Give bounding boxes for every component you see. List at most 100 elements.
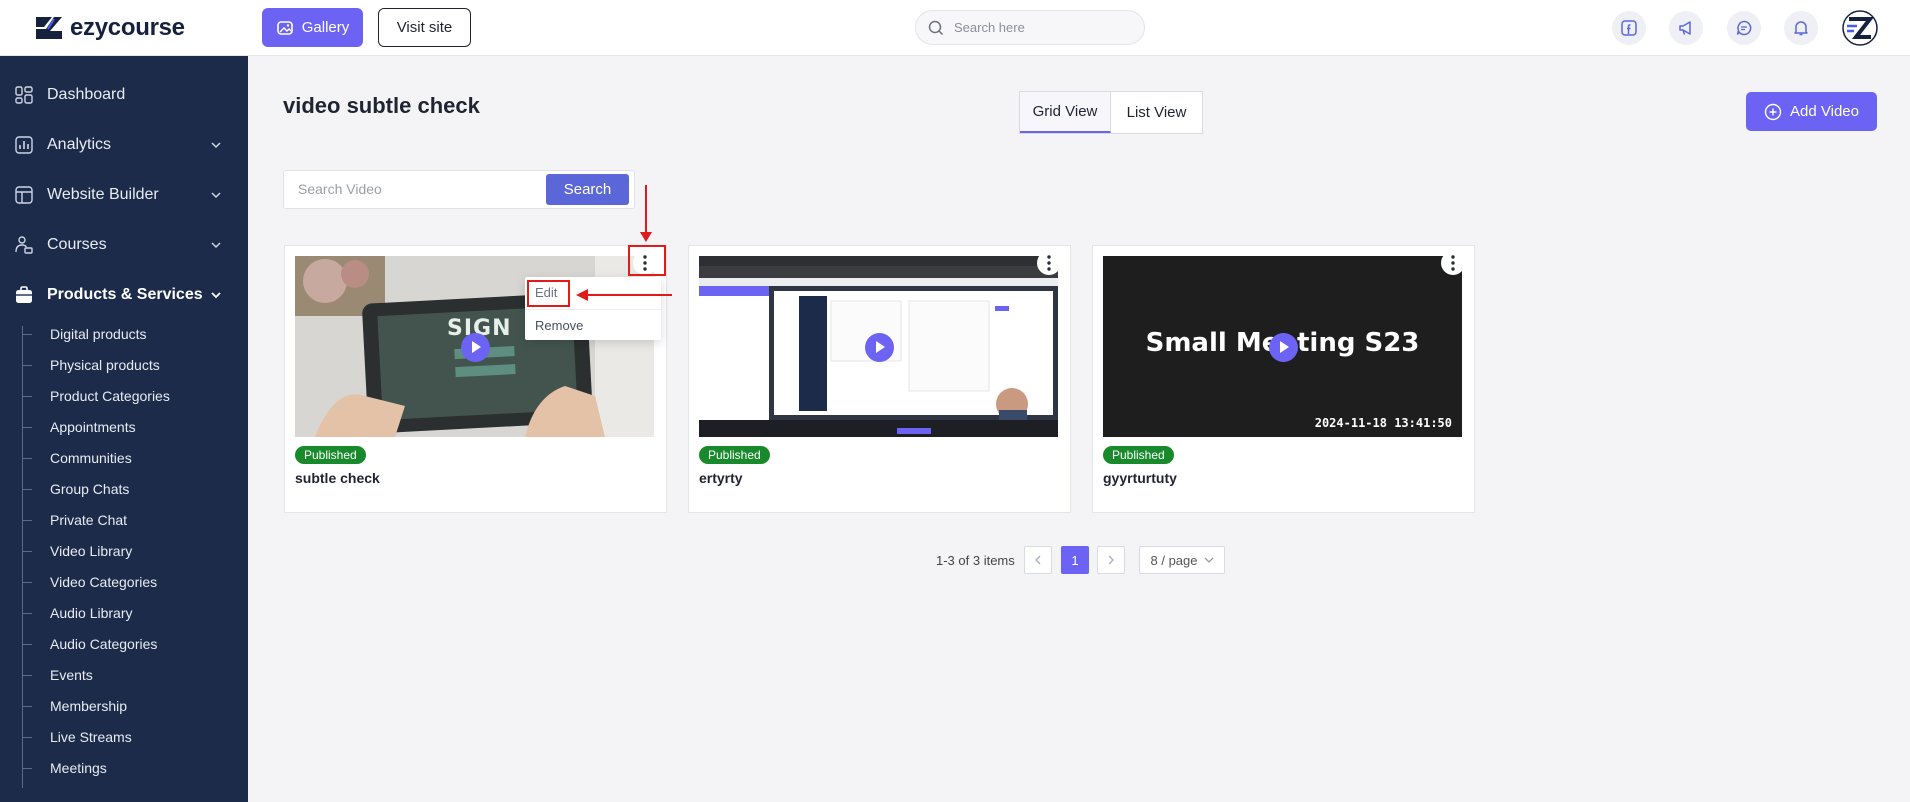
sidebar-subitem-audio-categories[interactable]: Audio Categories	[22, 630, 248, 658]
announcement-button[interactable]	[1669, 11, 1703, 45]
sidebar-item-label: Products & Services	[47, 286, 203, 303]
sidebar-item-label: Dashboard	[47, 86, 126, 103]
play-button[interactable]	[460, 332, 490, 362]
sidebar-subitem-label: Meetings	[50, 760, 107, 776]
search-button[interactable]: Search	[546, 174, 629, 205]
sidebar-item-label: Courses	[47, 236, 107, 253]
brand-name: ezycourse	[70, 14, 185, 41]
add-video-label: Add Video	[1790, 103, 1859, 120]
sidebar-subitem-digital-products[interactable]: Digital products	[22, 320, 248, 348]
top-search[interactable]	[915, 10, 1145, 45]
status-badge: Published	[1103, 446, 1174, 464]
plus-circle-icon	[1764, 103, 1782, 120]
facebook-icon	[1621, 20, 1637, 36]
chevron-left-icon	[1035, 555, 1041, 565]
gallery-button[interactable]: Gallery	[262, 8, 363, 47]
analytics-icon	[15, 136, 33, 154]
sidebar-subitem-label: Audio Library	[50, 605, 133, 621]
messages-button[interactable]	[1727, 11, 1761, 45]
sidebar-subitem-communities[interactable]: Communities	[22, 444, 248, 472]
sidebar-subitem-label: Video Categories	[50, 574, 158, 590]
avatar-logo-icon	[1842, 10, 1878, 46]
sidebar-subitem-video-categories[interactable]: Video Categories	[22, 568, 248, 596]
sidebar-subitem-label: Membership	[50, 698, 128, 714]
courses-icon	[15, 236, 33, 254]
page-title: video subtle check	[283, 93, 480, 118]
notifications-button[interactable]	[1784, 11, 1818, 45]
annotation-box-edit	[527, 280, 570, 307]
more-vertical-icon	[1047, 255, 1051, 271]
play-button[interactable]	[1268, 332, 1298, 362]
bell-icon	[1794, 21, 1808, 36]
next-page-button[interactable]	[1097, 546, 1125, 574]
top-bar: ezycourse Gallery Visit site	[0, 0, 1910, 56]
sidebar-subitem-label: Appointments	[50, 419, 136, 435]
video-title: gyyrturtuty	[1103, 470, 1177, 486]
dashboard-icon	[15, 86, 33, 104]
video-title: ertyrty	[699, 470, 743, 486]
sidebar-subitem-events[interactable]: Events	[22, 661, 248, 689]
sidebar-item-analytics[interactable]: Analytics	[0, 125, 248, 165]
video-thumbnail[interactable]: Small Meeting S23 2024-11-18 13:41:50	[1103, 256, 1462, 437]
chat-icon	[1736, 20, 1752, 36]
video-thumbnail[interactable]	[699, 256, 1058, 437]
sidebar-subitem-audio-library[interactable]: Audio Library	[22, 599, 248, 627]
sidebar-item-label: Analytics	[47, 136, 112, 153]
tab-grid-view[interactable]: Grid View	[1020, 92, 1111, 133]
sidebar-subitem-label: Product Categories	[50, 388, 170, 404]
sidebar-subitem-label: Audio Categories	[50, 636, 158, 652]
tab-list-view[interactable]: List View	[1111, 92, 1202, 133]
logo[interactable]: ezycourse	[34, 13, 185, 43]
menu-item-remove[interactable]: Remove	[525, 309, 661, 340]
sidebar-item-courses[interactable]: Courses	[0, 225, 248, 265]
search-icon	[928, 20, 944, 35]
sidebar-subitem-product-categories[interactable]: Product Categories	[22, 382, 248, 410]
top-search-input[interactable]	[954, 20, 1124, 35]
view-toggle: Grid View List View	[1019, 91, 1203, 134]
sidebar-item-products-services[interactable]: Products & Services	[0, 275, 248, 315]
status-badge: Published	[699, 446, 770, 464]
sidebar-subitem-appointments[interactable]: Appointments	[22, 413, 248, 441]
chevron-down-icon	[211, 292, 221, 299]
sidebar-subitem-label: Video Library	[50, 543, 133, 559]
annotation-box-menu	[628, 245, 666, 276]
play-button[interactable]	[864, 332, 894, 362]
gallery-icon	[276, 20, 293, 35]
sidebar-subitem-label: Physical products	[50, 357, 160, 373]
sidebar-subitem-label: Events	[50, 667, 93, 683]
chevron-right-icon	[1108, 555, 1114, 565]
card-menu-button[interactable]	[1037, 251, 1061, 275]
sidebar-subitem-physical-products[interactable]: Physical products	[22, 351, 248, 379]
facebook-button[interactable]	[1612, 11, 1646, 45]
video-search-input[interactable]	[298, 181, 538, 197]
video-title: subtle check	[295, 470, 380, 486]
add-video-button[interactable]: Add Video	[1746, 92, 1877, 131]
sidebar-subitem-label: Group Chats	[50, 481, 130, 497]
thumbnail-timestamp: 2024-11-18 13:41:50	[1314, 416, 1452, 430]
chevron-down-icon	[211, 142, 221, 149]
visit-site-button[interactable]: Visit site	[378, 8, 471, 47]
chevron-down-icon	[211, 192, 221, 199]
sidebar-item-dashboard[interactable]: Dashboard	[0, 75, 248, 115]
sidebar-subitem-group-chats[interactable]: Group Chats	[22, 475, 248, 503]
sidebar-subitem-label: Private Chat	[50, 512, 128, 528]
page-number-button[interactable]: 1	[1061, 546, 1089, 574]
more-vertical-icon	[1451, 255, 1455, 271]
prev-page-button[interactable]	[1024, 546, 1052, 574]
sidebar-subitem-label: Live Streams	[50, 729, 132, 745]
sidebar-subitem-live-streams[interactable]: Live Streams	[22, 723, 248, 751]
sidebar-subitem-video-library[interactable]: Video Library	[22, 537, 248, 565]
video-card[interactable]: Published ertyrty	[688, 245, 1071, 513]
sidebar-subitem-meetings[interactable]: Meetings	[22, 754, 248, 782]
card-menu-button[interactable]	[1441, 251, 1465, 275]
website-builder-icon	[15, 186, 33, 204]
sidebar-item-label: Website Builder	[47, 186, 159, 203]
video-card[interactable]: Small Meeting S23 2024-11-18 13:41:50 Pu…	[1092, 245, 1475, 513]
page-size-select[interactable]: 8 / page	[1139, 546, 1225, 574]
sidebar-item-website-builder[interactable]: Website Builder	[0, 175, 248, 215]
megaphone-icon	[1679, 21, 1691, 35]
products-icon	[16, 286, 32, 303]
sidebar-subitem-membership[interactable]: Membership	[22, 692, 248, 720]
sidebar-subitem-private-chat[interactable]: Private Chat	[22, 506, 248, 534]
avatar[interactable]	[1841, 9, 1879, 47]
